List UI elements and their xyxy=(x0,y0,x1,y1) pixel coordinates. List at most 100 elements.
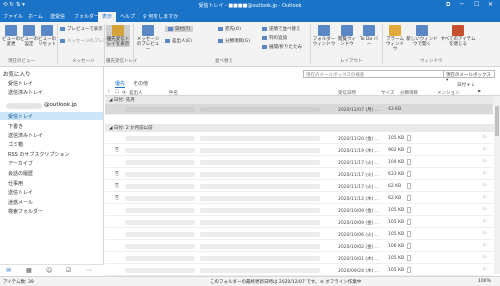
table-row[interactable]: 2020/11/17 (火) ... 104 KB ⚐ xyxy=(105,157,493,168)
expand-collapse-button[interactable]: 展開/折りたたみ xyxy=(262,44,302,50)
tab-file[interactable]: ファイル xyxy=(3,13,23,20)
sort-selector[interactable]: 日付 ▾ ↓ xyxy=(457,82,475,88)
favorite-sent[interactable]: 送信済みトレイ xyxy=(8,89,43,96)
tab-folder[interactable]: フォルダー xyxy=(74,13,99,20)
sender-blurred xyxy=(125,268,195,273)
quick-access-toolbar[interactable]: ⟲ ↻ ⇅ ▾ xyxy=(3,2,25,8)
close-all-items-button[interactable]: すべてのアイテムを閉じる xyxy=(440,25,476,47)
priority-inbox-button[interactable]: 優先受信トレイを表示 xyxy=(106,25,130,47)
flag-icon[interactable]: ⚐ xyxy=(483,147,487,153)
table-row[interactable]: ⎘ 2020/11/12 (木) ... 62 KB ⚐ xyxy=(105,193,493,204)
maximize-button[interactable]: ☐ xyxy=(474,1,479,8)
folder-sent[interactable]: 送信済みトレイ xyxy=(8,132,43,139)
reverse-sort-button[interactable]: 逆順で並べ替え xyxy=(262,26,301,32)
sort-to[interactable]: 宛先(O) xyxy=(218,26,241,32)
table-row[interactable]: 2020/09/24 (木) ... 105 KB ⚐ xyxy=(105,265,493,276)
table-row[interactable]: 2020/10/09 (金) ... 105 KB ⚐ xyxy=(105,217,493,228)
add-columns-button[interactable]: 列の追加 xyxy=(262,35,287,41)
favorites-header[interactable]: お気に入り xyxy=(3,70,31,78)
divider xyxy=(104,24,105,64)
vertical-scrollbar[interactable] xyxy=(494,96,500,274)
flag-icon[interactable]: ⚐ xyxy=(483,231,487,237)
message-size: 902 KB xyxy=(388,148,405,153)
col-importance[interactable]: ! xyxy=(108,90,110,95)
sort-from[interactable]: 差出人(E) xyxy=(165,38,192,44)
group-header-older[interactable]: ◢ 日付: 2 か月前以前 xyxy=(105,124,495,132)
table-row[interactable]: ⎘ 2020/11/17 (火) ... 62 KB ⚐ xyxy=(105,181,493,192)
flag-icon[interactable]: ⚐ xyxy=(483,171,487,177)
scrollbar-thumb[interactable] xyxy=(495,106,499,136)
table-row[interactable]: ⎘ 2020/11/17 (火) ... 633 KB ⚐ xyxy=(105,169,493,180)
group-header-last-month[interactable]: ◢ 日付: 先月 xyxy=(105,96,495,104)
expand-icon xyxy=(262,44,267,49)
reminder-window-button[interactable]: アラームウィンドウ xyxy=(384,25,406,52)
table-row[interactable]: 2020/11/20 (金) ... 105 KB ⚐ xyxy=(105,133,493,144)
todo-bar-button[interactable]: To Do バー xyxy=(358,25,380,47)
minimize-button[interactable]: ─ xyxy=(460,1,464,8)
tab-send-receive[interactable]: 送受信 xyxy=(50,13,65,20)
tab-home[interactable]: ホーム xyxy=(28,13,43,20)
message-preview-button[interactable]: メッセージのプレビュー xyxy=(135,25,161,52)
message-size: 105 KB xyxy=(388,268,405,273)
open-new-window-button[interactable]: 新しいウィンドウで開く xyxy=(406,25,438,47)
reading-pane-button[interactable]: 閲覧ウィンドウ xyxy=(336,25,358,47)
folder-pane-button[interactable]: フォルダーウィンドウ xyxy=(312,25,336,47)
folder-outbox[interactable]: 送信トレイ xyxy=(8,189,33,196)
favorite-inbox[interactable]: 受信トレイ xyxy=(8,80,33,87)
folder-junk[interactable]: 迷惑メール xyxy=(8,199,33,206)
sender-blurred xyxy=(125,256,195,261)
account-email[interactable]: @outlook.jp xyxy=(44,102,77,108)
tell-me-search[interactable]: ♀ 何をしますか xyxy=(143,13,178,20)
search-input[interactable]: 現在のメールボックスの検索 xyxy=(303,70,453,78)
flag-icon[interactable]: ⚐ xyxy=(483,135,487,141)
table-row[interactable]: 2020/10/02 (金) ... 106 KB ⚐ xyxy=(105,241,493,252)
flag-icon[interactable]: ⚐ xyxy=(483,243,487,249)
tab-help[interactable]: ヘルプ xyxy=(120,13,135,20)
status-bar: アイテム数: 39 このフォルダーの最終更新日時は 2020/12/07 です。… xyxy=(0,276,500,286)
tab-priority[interactable]: 優先 xyxy=(115,80,126,88)
flag-icon[interactable]: ⚐ xyxy=(483,207,487,213)
calendar-icon[interactable]: ▦ xyxy=(26,267,32,274)
flag-icon[interactable]: ⚐ xyxy=(483,255,487,261)
folder-rss[interactable]: RSS のサブスクリプション xyxy=(8,151,69,158)
tasks-icon[interactable]: ☑ xyxy=(66,267,71,274)
col-icon[interactable]: ☐ xyxy=(115,90,119,95)
mail-icon[interactable]: ✉ xyxy=(6,267,11,274)
folder-archive[interactable]: アーカイブ xyxy=(8,160,33,167)
more-icon[interactable]: ⋯ xyxy=(86,267,92,274)
folder-drafts[interactable]: 下書き xyxy=(8,123,23,130)
table-row[interactable]: 2020/10/01 (木) ... 105 KB ⚐ xyxy=(105,253,493,264)
folder-work[interactable]: 仕事用 xyxy=(8,180,23,187)
view-reset-button[interactable]: ビューのリセット xyxy=(38,25,56,47)
table-row[interactable]: 2020/12/07 (月) ... 43 KB xyxy=(105,104,493,115)
flag-icon[interactable]: ⚐ xyxy=(483,159,487,165)
restore-icon[interactable]: ⧉ xyxy=(446,1,450,9)
folder-search-folders[interactable]: 検索フォルダー xyxy=(8,208,43,215)
flag-icon[interactable]: ⚐ xyxy=(483,219,487,225)
folder-inbox[interactable]: 受信トレイ xyxy=(8,113,33,120)
flag-icon[interactable]: ⚐ xyxy=(483,267,487,273)
table-row[interactable]: 2020/10/06 (火) ... 105 KB ⚐ xyxy=(105,229,493,240)
people-icon[interactable]: ☺ xyxy=(46,267,52,274)
folder-trash[interactable]: ゴミ箱 xyxy=(8,141,23,148)
offline-indicator[interactable]: ⊖ オフライン作業中 xyxy=(320,279,361,285)
folder-conversation-history[interactable]: 会話の履歴 xyxy=(8,170,33,177)
flag-icon[interactable]: ⚐ xyxy=(483,183,487,189)
tab-view[interactable]: 表示 xyxy=(98,12,117,22)
table-row[interactable]: 2020/10/09 (金) ... 105 KB ⚐ xyxy=(105,205,493,216)
category-box xyxy=(407,171,411,177)
view-change-button[interactable]: ビューの変更 xyxy=(2,25,20,47)
zoom-level[interactable]: 100% xyxy=(478,279,491,284)
flag-icon[interactable]: ⚐ xyxy=(483,195,487,201)
close-button[interactable]: ✕ xyxy=(488,1,493,8)
sort-category[interactable]: 分類項目(G) xyxy=(218,38,250,44)
preview-icon xyxy=(60,38,65,43)
sort-date[interactable]: 日付(T) xyxy=(165,26,194,32)
view-settings-button[interactable]: ビューの設定 xyxy=(20,25,38,47)
preview-checkbox[interactable]: プレビューで表示 xyxy=(60,26,103,32)
table-row[interactable]: ⎘ 2020/11/19 (木) ... 902 KB ⚐ xyxy=(105,145,493,156)
tab-other[interactable]: その他 xyxy=(133,80,148,87)
reading-pane-icon xyxy=(341,25,353,36)
col-flag[interactable]: ⚑ xyxy=(477,90,481,95)
search-scope-dropdown[interactable]: 現在のメールボックス ▾ xyxy=(443,70,495,83)
